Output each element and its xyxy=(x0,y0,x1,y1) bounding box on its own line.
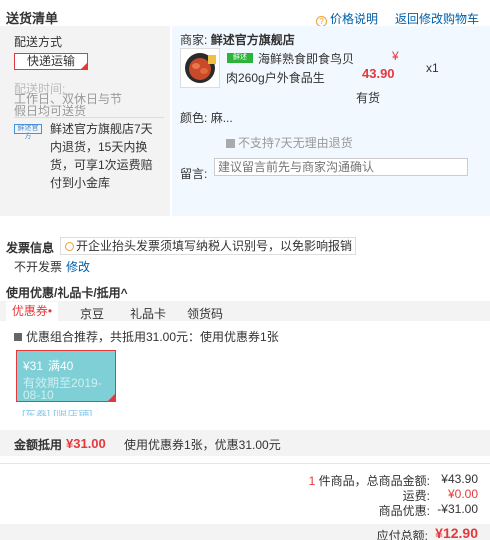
invoice-value: 不开发票 xyxy=(14,260,63,274)
price-info-label: 价格说明 xyxy=(330,12,379,26)
total-amount: ¥43.90 xyxy=(441,472,478,486)
remark-input[interactable] xyxy=(214,158,468,176)
deduct-desc: 使用优惠券1张，优惠31.00元 xyxy=(124,438,281,452)
return-policy-text: 不支持7天无理由退货 xyxy=(238,136,353,150)
no-return-icon xyxy=(226,139,235,148)
price-currency: ¥ xyxy=(392,49,399,63)
store-badge-icon: 鲜述 xyxy=(227,53,253,63)
deduct-amount: ¥31.00 xyxy=(66,436,106,451)
tab-jd-beans[interactable]: 京豆 xyxy=(80,305,104,322)
invoice-edit-link[interactable]: 修改 xyxy=(66,258,90,275)
store-service-desc: 鲜述官方旗舰店7天内退货，15天内换货，可享1次运费赔付到小金库 xyxy=(50,122,153,190)
tab-gift-card[interactable]: 礼品卡 xyxy=(130,305,166,322)
color-row: 颜色: 麻... xyxy=(180,109,233,126)
page-title: 送货清单 xyxy=(6,11,59,26)
tab-coupon-label: 优惠券 xyxy=(11,304,48,318)
shipping-method-text: 快递运输 xyxy=(26,54,75,68)
selected-corner-icon xyxy=(81,63,87,69)
merchant-label: 商家: xyxy=(180,33,208,47)
merchant-name[interactable]: 鲜述官方旗舰店 xyxy=(211,33,295,47)
invoice-notice: 开企业抬头发票须填写纳税人识别号，以免影响报销 xyxy=(60,237,356,255)
coupon-amount: ¥31 xyxy=(23,359,44,373)
color-value: 麻... xyxy=(210,111,233,125)
product-image-icon xyxy=(181,49,219,87)
coupon-card[interactable]: ¥31 满40 有效期至2019-08-10 xyxy=(16,350,116,402)
item-count: 1 xyxy=(308,474,316,488)
return-policy: 不支持7天无理由退货 xyxy=(226,134,353,151)
item-count-text: 件商品，总商品金额: xyxy=(318,474,430,488)
shipping-method-option[interactable]: 快递运输 xyxy=(14,53,88,70)
pay-total-amount: ¥12.90 xyxy=(435,525,478,540)
invoice-title: 发票信息 xyxy=(6,241,55,255)
price-info-link[interactable]: ? 价格说明 xyxy=(316,10,378,27)
color-label: 颜色: xyxy=(180,111,208,125)
invoice-notice-text: 开企业抬头发票须填写纳税人识别号，以免影响报销 xyxy=(76,239,353,253)
shipping-fee: ¥0.00 xyxy=(447,487,478,501)
info-icon xyxy=(65,242,74,251)
delivery-time-text: 工作日、双休日与节假日均可送货 xyxy=(14,92,123,118)
active-dot: • xyxy=(47,304,53,318)
remark-label: 留言: xyxy=(180,167,208,181)
coupon-condition: 满40 xyxy=(48,359,74,373)
coupon-tags: [东券] [限店铺] xyxy=(22,410,93,416)
selected-corner-icon xyxy=(108,394,115,401)
tab-coupon[interactable]: 优惠券• xyxy=(6,302,58,321)
coupon-section-label: 使用优惠/礼品卡/抵用 xyxy=(6,286,121,300)
shipping-divider xyxy=(14,117,164,118)
collapse-icon: ^ xyxy=(120,286,128,300)
combo-text: 优惠组合推荐，共抵用31.00元：使用优惠券1张 xyxy=(26,330,279,344)
checkbox-icon[interactable] xyxy=(14,333,22,341)
product-thumbnail[interactable] xyxy=(180,48,220,88)
merchant-row: 商家: 鲜述官方旗舰店 xyxy=(180,31,295,48)
tab-pickup-code[interactable]: 领货码 xyxy=(187,305,223,322)
coupon-section-title[interactable]: 使用优惠/礼品卡/抵用^ xyxy=(6,284,128,301)
back-to-cart-link[interactable]: 返回修改购物车 xyxy=(395,10,479,27)
pay-total-label: 应付总额: xyxy=(376,529,428,540)
product-quantity: x1 xyxy=(426,61,439,75)
combo-recommend[interactable]: 优惠组合推荐，共抵用31.00元：使用优惠券1张 xyxy=(14,328,279,345)
deduct-label: 金额抵用 xyxy=(14,438,63,452)
discount-label: 商品优惠: xyxy=(378,504,430,518)
shipping-method-label: 配送方式 xyxy=(14,35,63,49)
coupon-expiry: 有效期至2019-08-10 xyxy=(23,376,102,402)
stock-status: 有货 xyxy=(356,91,381,105)
discount-amount: -¥31.00 xyxy=(437,502,478,516)
coupon-tabs-bar xyxy=(0,301,490,321)
product-price: 43.90 xyxy=(362,66,395,81)
section-divider xyxy=(0,463,490,464)
store-logo-icon: 鲜述官方 xyxy=(14,124,42,140)
